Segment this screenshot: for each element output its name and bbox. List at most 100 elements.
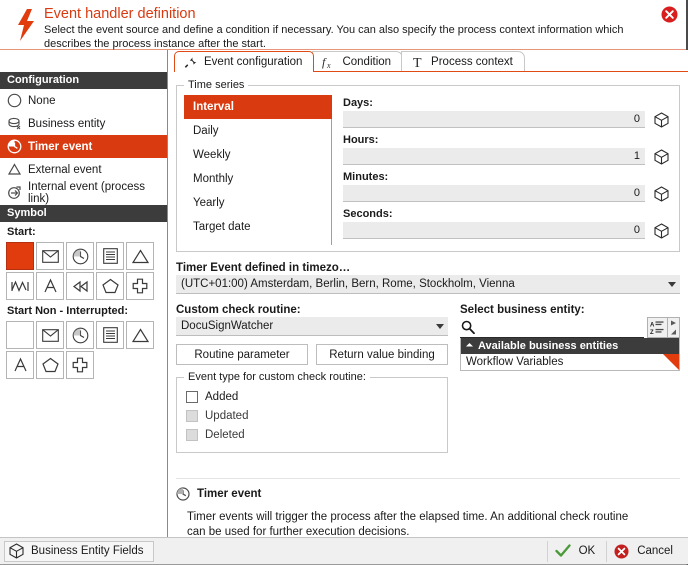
time-series-fieldset: Time series Interval Daily Weekly [176, 85, 680, 252]
timezone-dropdown[interactable]: (UTC+01:00) Amsterdam, Berlin, Bern, Rom… [176, 275, 680, 294]
available-business-entities-list: Available business entities Workflow Var… [460, 338, 680, 371]
cube-icon[interactable] [650, 223, 672, 239]
start-symbols-label: Start: [0, 222, 167, 241]
minutes-field-row [343, 185, 672, 202]
svg-text:A: A [650, 323, 655, 329]
clock-icon[interactable] [66, 321, 94, 349]
checkbox-label: Updated [205, 410, 248, 422]
sidebar-item-business-entity[interactable]: Business entity [0, 112, 167, 135]
ok-button[interactable]: OK [547, 541, 607, 562]
time-series-option-weekly[interactable]: Weekly [184, 143, 331, 167]
pentagon-icon[interactable] [36, 351, 64, 379]
triangle-icon[interactable] [126, 242, 154, 270]
info-box: Timer event Timer events will trigger th… [176, 478, 680, 540]
dialog-subtitle: Select the event source and define a con… [44, 24, 654, 51]
list-item[interactable]: Workflow Variables [461, 354, 679, 370]
entity-scroll-buttons[interactable] [668, 317, 680, 338]
cube-icon[interactable] [650, 149, 672, 165]
time-series-legend: Time series [184, 79, 248, 91]
text-t-icon: T [411, 55, 425, 69]
return-value-binding-button[interactable]: Return value binding [316, 344, 448, 365]
dialog-header: Event handler definition Select the even… [0, 0, 686, 50]
cube-icon[interactable] [650, 186, 672, 202]
option-label: Yearly [193, 197, 225, 209]
dialog-title: Event handler definition [44, 6, 678, 23]
time-series-option-interval[interactable]: Interval [184, 95, 332, 119]
symbol-swatch-selected[interactable] [6, 242, 34, 270]
envelope-icon[interactable] [36, 242, 64, 270]
checkbox-box [186, 410, 198, 422]
sidebar-item-none[interactable]: None [0, 89, 167, 112]
info-title-row: Timer event [176, 487, 680, 501]
business-entity-column: Select business entity: A [448, 304, 680, 453]
symbol-group-header: Symbol [0, 205, 167, 222]
svg-text:Z: Z [650, 330, 654, 335]
document-list-icon[interactable] [96, 321, 124, 349]
sidebar-item-external-event[interactable]: External event [0, 158, 167, 181]
tab-label: Event configuration [204, 56, 302, 68]
checkbox-box [186, 391, 198, 403]
clock-icon [176, 487, 190, 501]
routine-parameter-button[interactable]: Routine parameter [176, 344, 308, 365]
sidebar-item-label: Business entity [28, 118, 105, 130]
group-header-label: Available business entities [478, 340, 618, 352]
time-series-option-monthly[interactable]: Monthly [184, 167, 331, 191]
available-business-entities-header[interactable]: Available business entities [461, 338, 679, 354]
timezone-block: Timer Event defined in timezo… (UTC+01:0… [176, 262, 680, 294]
triangle-icon[interactable] [126, 321, 154, 349]
sidebar-item-timer-event[interactable]: Timer event [0, 135, 167, 158]
envelope-icon[interactable] [36, 321, 64, 349]
rewind-icon[interactable] [66, 272, 94, 300]
letter-a-icon[interactable] [6, 351, 34, 379]
business-entity-search-input[interactable] [479, 319, 644, 335]
sidebar-item-internal-event[interactable]: Internal event (process link) [0, 181, 167, 204]
cube-icon[interactable] [650, 112, 672, 128]
pentagon-icon[interactable] [96, 272, 124, 300]
seconds-field-row [343, 222, 672, 239]
tab-event-configuration[interactable]: Event configuration [174, 51, 314, 72]
fx-icon: f x [322, 55, 336, 69]
sort-az-icon[interactable]: A Z [647, 317, 668, 338]
start-non-interrupted-symbol-grid [0, 320, 160, 380]
plus-cross-icon[interactable] [126, 272, 154, 300]
checkbox-updated[interactable]: Updated [186, 407, 440, 424]
tab-condition[interactable]: f x Condition [312, 51, 403, 72]
hours-input[interactable] [343, 148, 645, 165]
tab-label: Process context [431, 56, 513, 68]
days-input[interactable] [343, 111, 645, 128]
checkbox-box [186, 429, 198, 441]
days-label: Days: [343, 97, 672, 109]
close-icon[interactable] [661, 6, 678, 23]
routine-buttons: Routine parameter Return value binding [176, 344, 448, 365]
minutes-input[interactable] [343, 185, 645, 202]
time-series-option-yearly[interactable]: Yearly [184, 191, 331, 215]
clock-icon[interactable] [66, 242, 94, 270]
hours-label: Hours: [343, 134, 672, 146]
checkbox-added[interactable]: Added [186, 388, 440, 405]
minutes-label: Minutes: [343, 171, 672, 183]
timezone-value: (UTC+01:00) Amsterdam, Berlin, Bern, Rom… [181, 278, 664, 290]
time-series-option-daily[interactable]: Daily [184, 119, 331, 143]
svg-text:T: T [413, 56, 422, 69]
business-entity-fields-button[interactable]: Business Entity Fields [4, 541, 154, 562]
start-non-interrupted-label: Start Non - Interrupted: [0, 301, 167, 320]
tab-process-context[interactable]: T Process context [401, 51, 525, 72]
business-entity-search-box[interactable] [460, 317, 644, 338]
checkbox-deleted[interactable]: Deleted [186, 426, 440, 443]
clock-icon [7, 139, 28, 154]
custom-check-routine-dropdown[interactable]: DocuSignWatcher [176, 317, 448, 336]
start-symbol-grid [0, 241, 160, 301]
plus-cross-icon[interactable] [66, 351, 94, 379]
cancel-button[interactable]: Cancel [606, 541, 684, 562]
document-list-icon[interactable] [96, 242, 124, 270]
sidebar-item-label: None [28, 95, 56, 107]
signal-zigzag-icon[interactable] [6, 272, 34, 300]
event-handler-dialog: Event handler definition Select the even… [0, 0, 688, 565]
business-entity-icon [7, 116, 28, 131]
letter-a-icon[interactable] [36, 272, 64, 300]
time-series-option-target-date[interactable]: Target date [184, 215, 331, 239]
seconds-input[interactable] [343, 222, 645, 239]
configuration-group-header: Configuration [0, 72, 167, 89]
cube-icon [9, 543, 24, 559]
symbol-swatch-blank[interactable] [6, 321, 34, 349]
